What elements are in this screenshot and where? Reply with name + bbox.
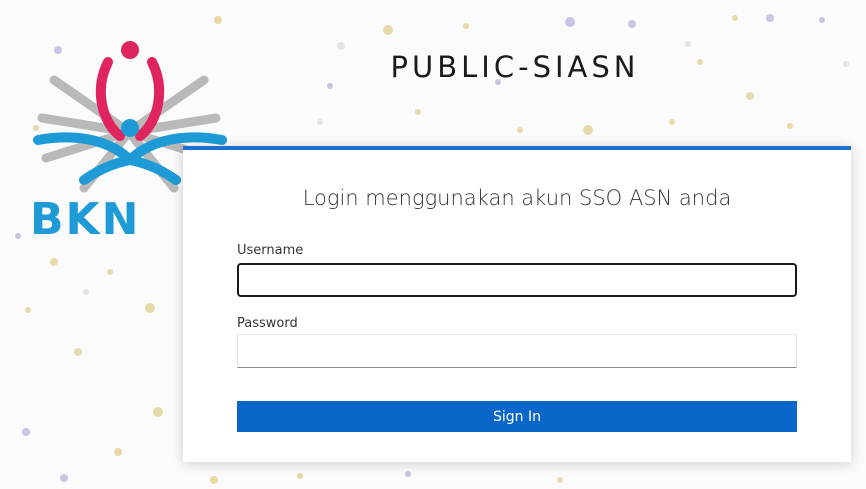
username-label: Username <box>237 243 304 258</box>
login-heading: Login menggunakan akun SSO ASN anda <box>302 186 732 210</box>
login-card: Login menggunakan akun SSO ASN anda User… <box>183 146 851 462</box>
logo-text: BKN <box>30 194 141 245</box>
app-title: PUBLIC-SIASN <box>390 50 640 84</box>
password-input[interactable] <box>237 334 797 368</box>
username-input[interactable] <box>237 263 797 297</box>
password-label: Password <box>237 316 298 331</box>
sign-in-button[interactable]: Sign In <box>237 401 797 432</box>
